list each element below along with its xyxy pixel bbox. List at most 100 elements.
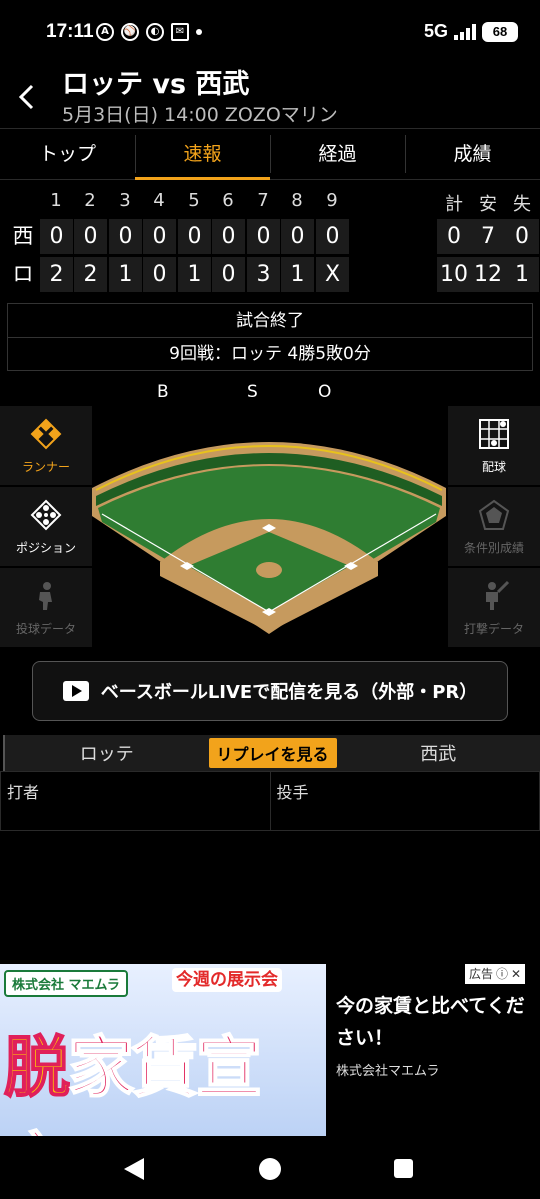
network-type: 5G xyxy=(423,21,448,41)
total-runs-header: 計 xyxy=(445,194,463,215)
ad-company: 株式会社マエムラ xyxy=(336,1064,440,1079)
inning-score: 1 xyxy=(281,257,314,292)
page-title: ロッテ vs 西武 xyxy=(62,69,250,100)
inning-score: 0 xyxy=(143,219,176,254)
position-view-button[interactable]: ポジション xyxy=(0,487,92,567)
tab-top[interactable]: トップ xyxy=(0,129,135,179)
play-icon xyxy=(62,681,89,701)
replay-button[interactable]: リプレイを見る xyxy=(208,738,337,768)
mail-notification-icon: ✉ xyxy=(171,23,189,41)
inning-score: 2 xyxy=(74,257,107,292)
nav-home-icon[interactable] xyxy=(259,1158,281,1180)
home-team-tab[interactable]: ロッテ xyxy=(5,740,209,766)
ad-big-text: 脱家賃宣言! xyxy=(3,1014,326,1136)
tab-stats[interactable]: 成績 xyxy=(405,129,540,179)
total-runs: 10 xyxy=(437,257,471,292)
runner-view-button[interactable]: ランナー xyxy=(0,406,92,486)
away-team-tab[interactable]: 西武 xyxy=(337,740,540,766)
total-hits: 7 xyxy=(471,219,505,254)
game-info: 5月3日(日) 14:00 ZOZOマリン xyxy=(62,104,338,126)
split-stats-button[interactable]: 条件別成績 xyxy=(448,487,540,567)
ad-weekly-text: 今週の展示会 xyxy=(172,968,282,992)
replay-bar: ロッテ リプレイを見る 西武 xyxy=(3,735,540,771)
inning-header: 4 xyxy=(153,190,165,211)
ad-company-tag: 株式会社 マエムラ xyxy=(4,970,128,997)
tab-progress[interactable]: 経過 xyxy=(270,129,405,179)
pitching-data-button[interactable]: 投球データ xyxy=(0,568,92,648)
baseball-notification-icon: ⚾ xyxy=(121,23,139,41)
split-stats-label: 条件別成績 xyxy=(463,541,524,555)
notification-icons: A ⚾ ◐ ✉ xyxy=(96,23,202,41)
status-time: 17:11 xyxy=(46,21,94,42)
inning-header: 5 xyxy=(188,190,200,211)
baseball-live-label: ベースボールLIVEで配信を見る（外部・PR） xyxy=(100,682,478,703)
more-notifications-icon xyxy=(196,29,202,35)
ad-banner[interactable]: 株式会社 マエムラ 今週の展示会 脱家賃宣言! 広告 ⓘ ✕ 今の家賃と比べてく… xyxy=(0,964,540,1138)
total-errors: 1 xyxy=(505,257,539,292)
batting-data-button[interactable]: 打撃データ xyxy=(448,568,540,648)
team-label-home: ロ xyxy=(12,262,34,286)
inning-score: 0 xyxy=(109,219,142,254)
inning-header: 6 xyxy=(222,190,234,211)
ad-mark-label: 広告 xyxy=(469,967,494,981)
game-result-box: 試合終了 9回戦：ロッテ 4勝5敗0分 xyxy=(7,303,533,371)
info-icon[interactable]: ⓘ xyxy=(496,964,508,984)
inning-score: 0 xyxy=(316,219,349,254)
pitch-chart-label: 配球 xyxy=(481,460,506,474)
inning-header: 1 xyxy=(50,190,62,211)
inning-score: 3 xyxy=(247,257,280,292)
batter-icon xyxy=(486,580,510,610)
batter-header: 打者 xyxy=(7,783,40,802)
battery-icon: 68 xyxy=(482,21,518,42)
inning-score: 1 xyxy=(178,257,211,292)
pokeball-notification-icon: ◐ xyxy=(146,23,164,41)
ad-image[interactable]: 株式会社 マエムラ 今週の展示会 脱家賃宣言! xyxy=(0,964,326,1136)
tab-live[interactable]: 速報 xyxy=(135,129,270,180)
app-notification-icon: A xyxy=(96,23,114,41)
inning-score: 0 xyxy=(40,219,73,254)
inning-score: X xyxy=(316,257,349,292)
inning-score: 0 xyxy=(178,219,211,254)
nav-recents-icon[interactable] xyxy=(394,1159,413,1178)
batting-data-label: 打撃データ xyxy=(463,622,524,636)
ad-big-first: 脱 xyxy=(3,1027,71,1107)
inning-header: 2 xyxy=(84,190,96,211)
close-icon[interactable]: ✕ xyxy=(511,964,521,984)
inning-header: 3 xyxy=(119,190,131,211)
nav-back-icon[interactable] xyxy=(124,1158,144,1180)
position-icon xyxy=(30,499,62,531)
errors-header: 失 xyxy=(513,194,531,215)
status-bar: 17:11 A ⚾ ◐ ✉ 5G 68 xyxy=(0,0,540,64)
ad-headline[interactable]: 今の家賃と比べてください！ xyxy=(336,990,532,1054)
chevron-left-icon xyxy=(18,84,34,110)
inning-score: 2 xyxy=(40,257,73,292)
pitcher-icon xyxy=(39,582,52,610)
ad-mark[interactable]: 広告 ⓘ ✕ xyxy=(465,964,526,984)
pitch-chart-button[interactable]: 配球 xyxy=(448,406,540,486)
team-label-away: 西 xyxy=(12,224,34,248)
inning-score: 0 xyxy=(143,257,176,292)
pitching-data-label: 投球データ xyxy=(15,622,76,636)
strike-count-label: S xyxy=(247,382,258,402)
inning-score: 0 xyxy=(74,219,107,254)
inning-header: 8 xyxy=(291,190,303,211)
inning-score: 0 xyxy=(247,219,280,254)
batter-pitcher-table: 打者 投手 xyxy=(0,771,540,831)
back-button[interactable] xyxy=(12,80,42,114)
inning-score: 1 xyxy=(109,257,142,292)
total-runs: 0 xyxy=(437,219,471,254)
pitcher-header: 投手 xyxy=(269,772,540,830)
system-nav-bar xyxy=(0,1138,540,1199)
pitch-grid-icon xyxy=(479,419,509,449)
inning-score: 0 xyxy=(212,257,245,292)
runner-label: ランナー xyxy=(21,460,70,474)
radar-icon xyxy=(478,499,510,530)
hits-header: 安 xyxy=(479,194,497,215)
baseball-live-button[interactable]: ベースボールLIVEで配信を見る（外部・PR） xyxy=(32,661,508,721)
inning-header: 7 xyxy=(257,190,269,211)
position-label: ポジション xyxy=(15,541,76,555)
season-record: 9回戦：ロッテ 4勝5敗0分 xyxy=(169,344,371,364)
baseball-field xyxy=(92,442,446,634)
out-count-label: O xyxy=(318,382,332,402)
tab-bar: トップ 速報 経過 成績 xyxy=(0,128,540,180)
